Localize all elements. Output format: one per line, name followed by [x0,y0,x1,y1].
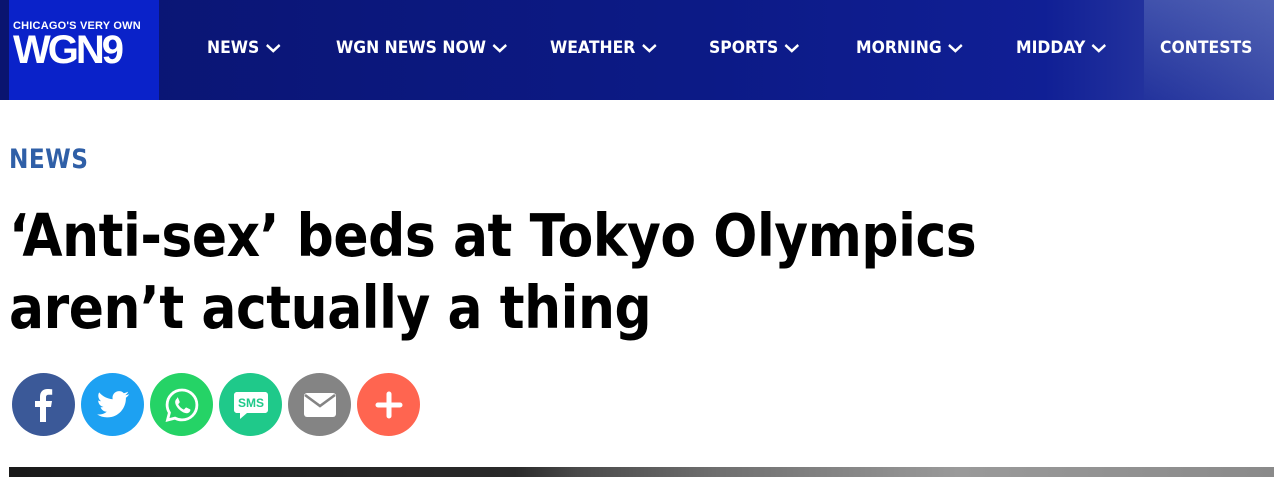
nav-item-label: NEWS [207,38,260,58]
sms-label: SMS [237,396,263,410]
facebook-icon [34,388,52,422]
twitter-icon [96,390,129,417]
nav-item-midday[interactable]: MIDDAY [1016,36,1107,60]
nav-item-weather[interactable]: WEATHER [550,36,657,60]
wgn9-logo[interactable]: CHICAGO'S VERY OWN WGN9 [9,0,159,100]
share-whatsapp-button[interactable] [150,373,213,436]
chevron-down-icon [948,44,963,53]
chevron-down-icon [1091,44,1107,53]
share-email-button[interactable] [288,373,351,436]
share-sms-button[interactable]: SMS [219,373,282,436]
share-facebook-button[interactable] [12,373,75,436]
nav-item-label: WGN NEWS NOW [336,38,487,58]
nav-item-label: MORNING [856,38,942,58]
chevron-down-icon [265,44,281,53]
plus-icon [375,391,402,418]
nav-item-label: CONTESTS [1160,38,1253,58]
chevron-down-icon [641,44,657,53]
nav-item-label: MIDDAY [1016,38,1086,58]
chevron-down-icon [784,44,800,53]
nav-item-news[interactable]: NEWS [207,36,281,60]
sms-icon: SMS [233,391,268,419]
share-more-button[interactable] [357,373,420,436]
logo-wordmark: WGN9 [13,28,124,72]
article-lead-image [9,467,1274,477]
top-navigation-bar: CHICAGO'S VERY OWN WGN9 NEWS WGN NEWS NO… [0,0,1274,100]
share-buttons: SMS [12,373,420,436]
nav-item-morning[interactable]: MORNING [856,36,964,60]
nav-item-label: SPORTS [709,38,779,58]
nav-item-label: WEATHER [550,38,636,58]
nav-item-contests[interactable]: CONTESTS [1160,36,1252,60]
article-section-link[interactable]: NEWS [9,144,88,175]
whatsapp-icon [165,388,198,422]
nav-item-sports[interactable]: SPORTS [709,36,800,60]
chevron-down-icon [492,44,508,53]
share-twitter-button[interactable] [81,373,144,436]
article-headline: ‘Anti-sex’ beds at Tokyo Olympics aren’t… [9,201,977,342]
nav-item-wgn-news-now[interactable]: WGN NEWS NOW [336,36,508,60]
email-icon [303,392,336,417]
